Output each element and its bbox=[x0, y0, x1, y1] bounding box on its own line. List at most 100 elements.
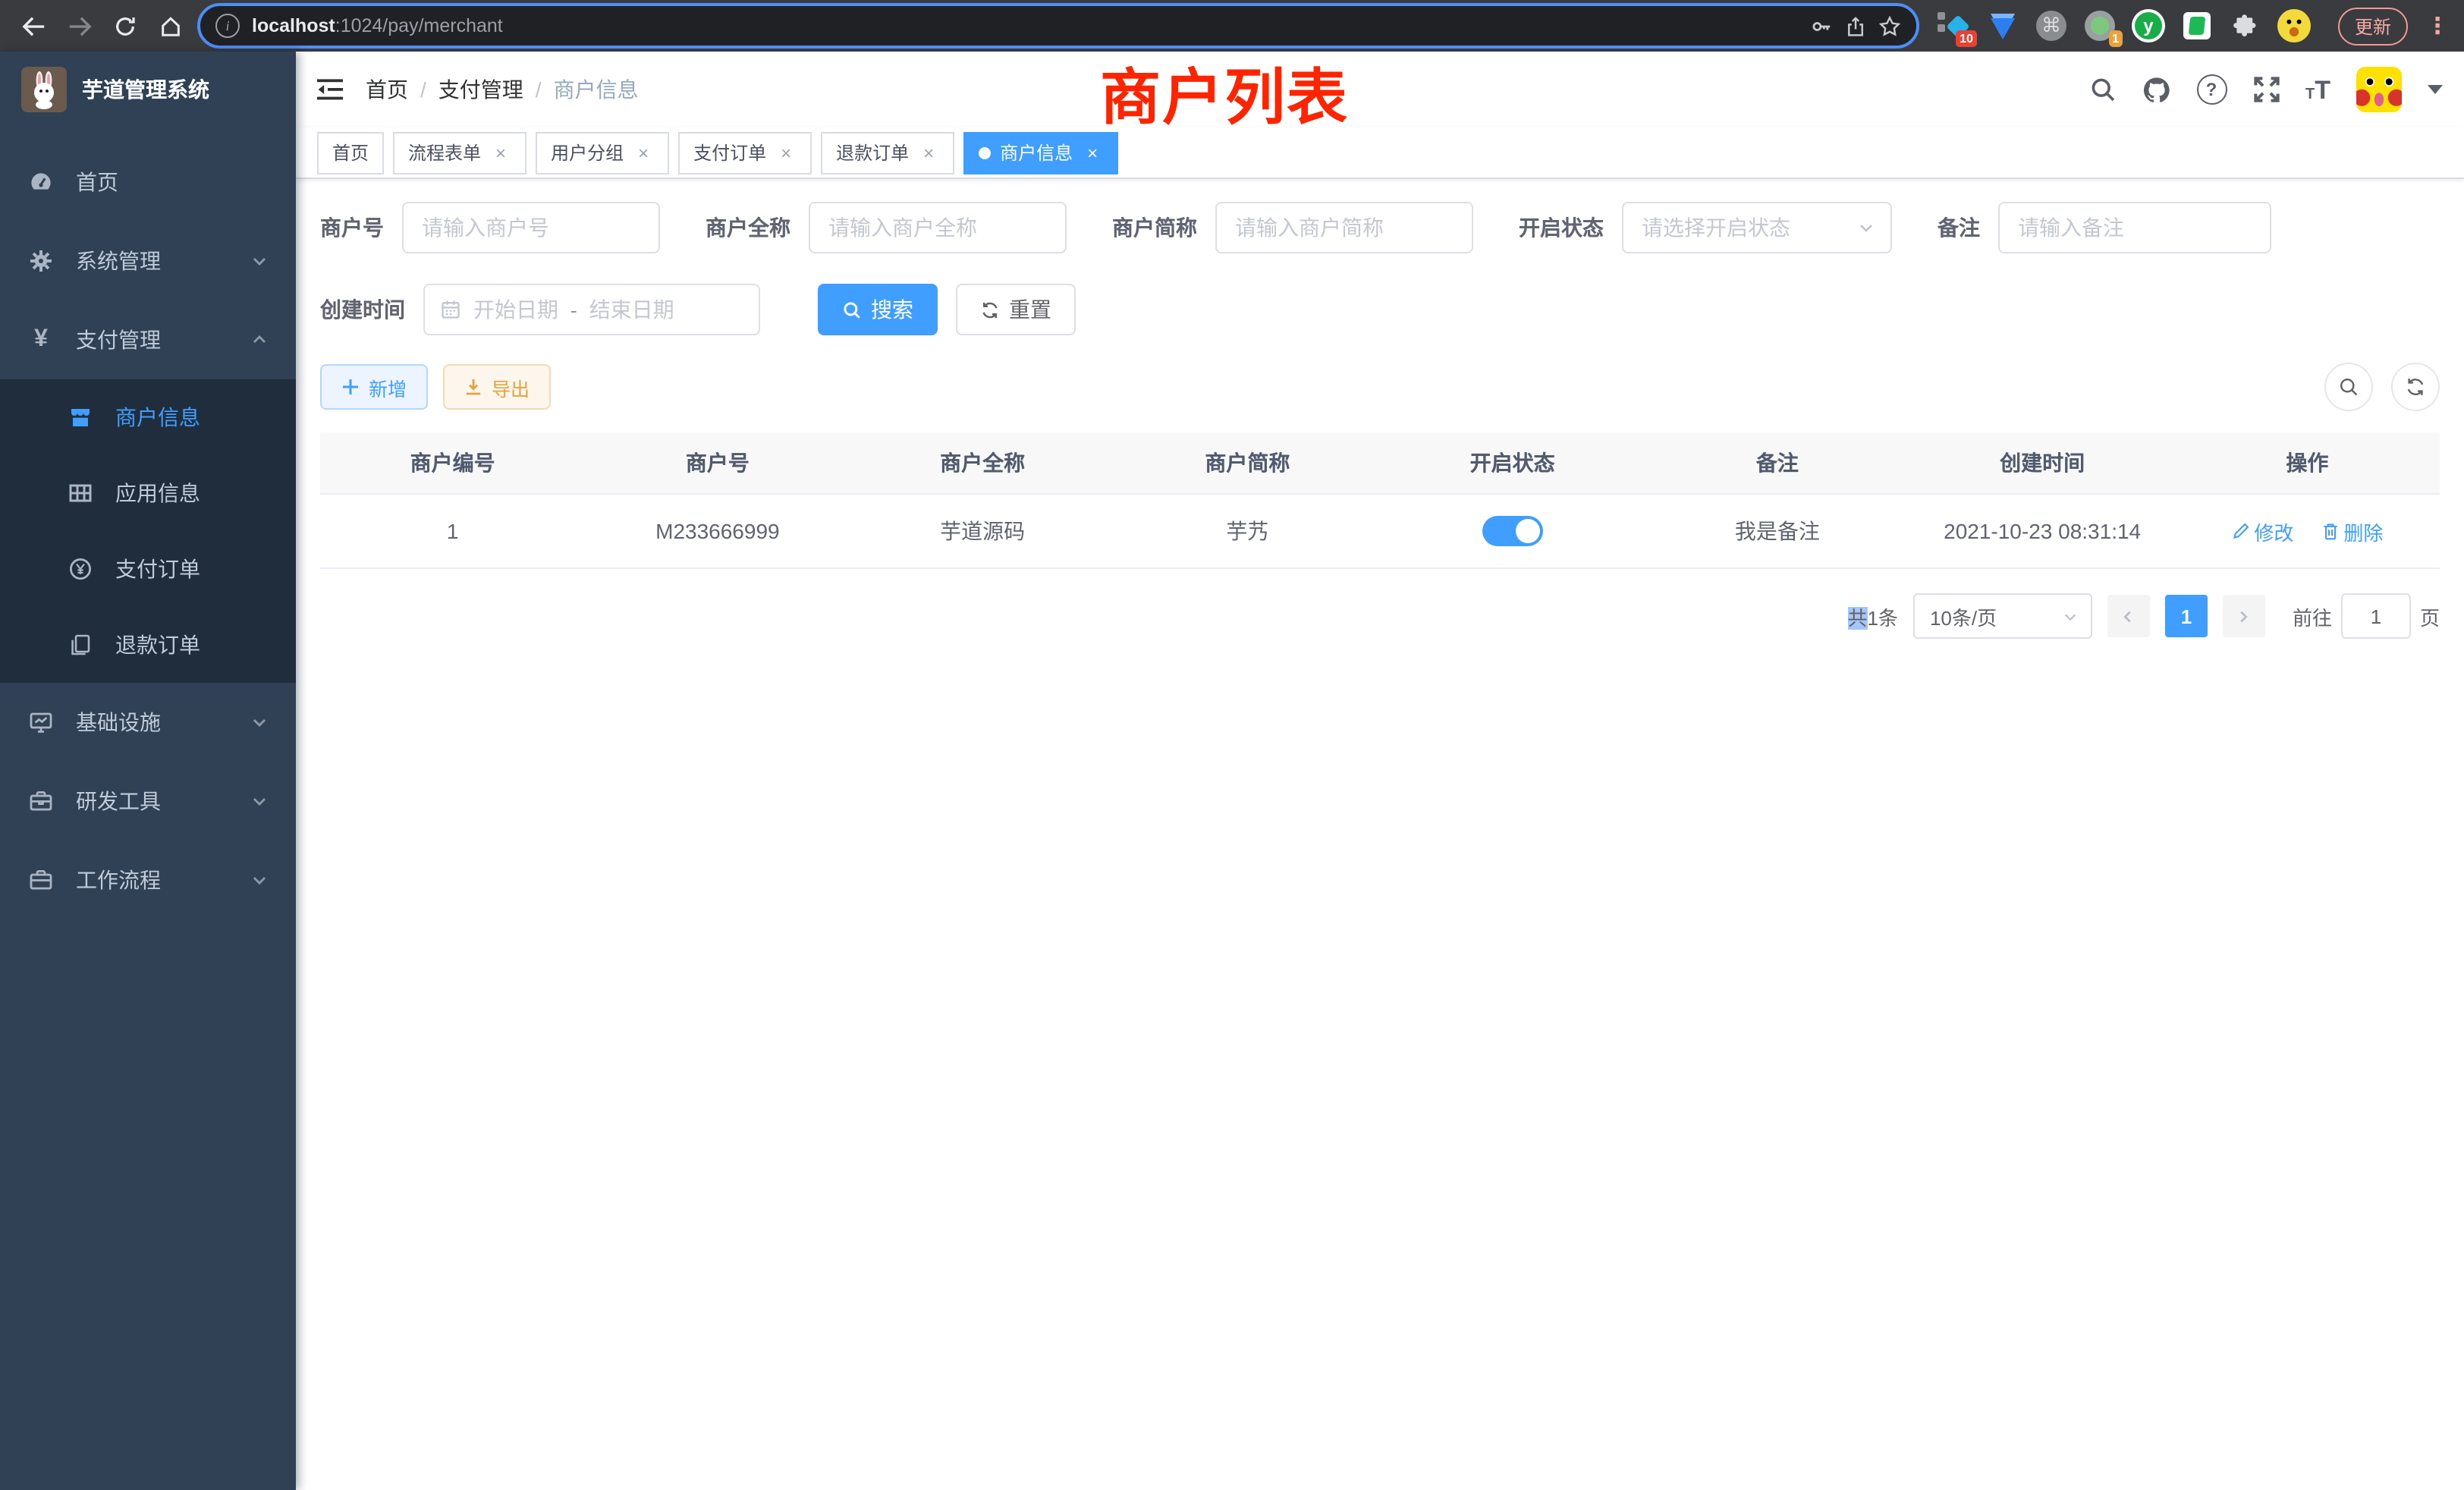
tab-pay-order[interactable]: 支付订单 × bbox=[678, 131, 812, 174]
extensions-tray: 10 ⌘ 1 y 更新 ⋮ bbox=[1938, 7, 2449, 45]
browser-reload-button[interactable] bbox=[106, 8, 143, 44]
close-icon[interactable]: × bbox=[918, 142, 939, 163]
header-search-icon[interactable] bbox=[2088, 76, 2116, 103]
page-size-select[interactable]: 10条/页 bbox=[1913, 593, 2092, 639]
sidebar-item-pay-order[interactable]: 支付订单 bbox=[0, 531, 296, 607]
filter-status: 开启状态 请选择开启状态 bbox=[1519, 202, 1892, 253]
filter-short-name: 商户简称 bbox=[1112, 202, 1473, 253]
close-icon[interactable]: × bbox=[633, 142, 654, 163]
site-info-icon[interactable]: i bbox=[215, 14, 240, 38]
tab-refund-order[interactable]: 退款订单 × bbox=[821, 131, 954, 174]
sidebar-item-dev-tools[interactable]: 研发工具 bbox=[0, 762, 296, 841]
breadcrumb: 首页 / 支付管理 / 商户信息 bbox=[366, 74, 639, 105]
tab-merchant-info-active[interactable]: 商户信息 × bbox=[963, 131, 1118, 174]
field-label: 创建时间 bbox=[320, 294, 423, 325]
gear-icon bbox=[27, 249, 55, 273]
close-icon[interactable]: × bbox=[775, 142, 797, 163]
app-title: 芋道管理系统 bbox=[82, 74, 209, 105]
app-frame: 芋道管理系统 首页 系统管理 bbox=[0, 52, 2464, 1490]
sidebar-logo-row[interactable]: 芋道管理系统 bbox=[0, 52, 296, 127]
password-key-icon[interactable] bbox=[1810, 14, 1833, 37]
cell-id: 1 bbox=[320, 519, 585, 543]
sidebar-item-workflow[interactable]: 工作流程 bbox=[0, 841, 296, 919]
remark-input[interactable] bbox=[2018, 215, 2252, 240]
tab-label: 商户信息 bbox=[1000, 140, 1073, 165]
add-button[interactable]: 新增 bbox=[320, 364, 428, 410]
extension-badge: 10 bbox=[1956, 31, 1977, 47]
monitor-icon bbox=[27, 710, 55, 734]
extension-y-icon[interactable]: y bbox=[2132, 9, 2165, 42]
export-button[interactable]: 导出 bbox=[443, 364, 551, 410]
github-icon[interactable] bbox=[2142, 75, 2170, 104]
date-range-picker[interactable]: 开始日期 - 结束日期 bbox=[423, 284, 760, 335]
main-area: 首页 / 支付管理 / 商户信息 商户列表 ? bbox=[296, 52, 2464, 1490]
extension-command-icon[interactable]: ⌘ bbox=[2035, 9, 2068, 42]
field-label: 商户全称 bbox=[706, 212, 809, 243]
browser-forward-button[interactable] bbox=[61, 8, 97, 44]
status-toggle[interactable] bbox=[1482, 516, 1543, 546]
font-size-icon[interactable]: TT bbox=[2305, 77, 2330, 102]
extension-gem-icon[interactable] bbox=[1986, 9, 2019, 42]
show-search-toggle-button[interactable] bbox=[2324, 363, 2373, 411]
goto-page-input[interactable] bbox=[2341, 593, 2411, 639]
tab-home[interactable]: 首页 bbox=[317, 131, 384, 174]
sidebar-item-merchant-info[interactable]: 商户信息 bbox=[0, 379, 296, 455]
sidebar-item-system[interactable]: 系统管理 bbox=[0, 222, 296, 300]
address-bar[interactable]: i localhost:1024/pay/merchant bbox=[197, 3, 1919, 49]
col-header-merchant-no: 商户号 bbox=[585, 448, 850, 478]
browser-home-button[interactable] bbox=[152, 8, 188, 44]
delete-link[interactable]: 删除 bbox=[2321, 517, 2383, 545]
sidebar-item-label: 系统管理 bbox=[76, 246, 229, 276]
short-name-input[interactable] bbox=[1235, 215, 1454, 240]
browser-back-button[interactable] bbox=[15, 8, 52, 44]
sidebar-item-infrastructure[interactable]: 基础设施 bbox=[0, 683, 296, 762]
breadcrumb-separator: / bbox=[420, 77, 426, 102]
date-separator: - bbox=[570, 298, 577, 321]
close-icon[interactable]: × bbox=[1082, 142, 1103, 163]
extension-tabs-square bbox=[1938, 12, 1945, 20]
breadcrumb-payment[interactable]: 支付管理 bbox=[438, 74, 523, 105]
add-button-label: 新增 bbox=[369, 372, 407, 401]
browser-profile-avatar[interactable] bbox=[2277, 9, 2311, 42]
search-button[interactable]: 搜索 bbox=[818, 284, 938, 335]
filter-row-2: 创建时间 开始日期 - 结束日期 bbox=[320, 284, 2440, 335]
next-page-button[interactable] bbox=[2223, 595, 2265, 637]
field-label: 商户简称 bbox=[1112, 212, 1215, 243]
toolbar-right-icons bbox=[2324, 363, 2440, 411]
help-icon[interactable]: ? bbox=[2196, 74, 2227, 105]
col-header-actions: 操作 bbox=[2175, 448, 2440, 478]
reset-button[interactable]: 重置 bbox=[956, 284, 1076, 335]
current-page-button[interactable]: 1 bbox=[2165, 595, 2208, 637]
field-label: 商户号 bbox=[320, 212, 402, 243]
sidebar-item-payment[interactable]: ¥ 支付管理 bbox=[0, 300, 296, 379]
extensions-puzzle-icon[interactable] bbox=[2229, 9, 2262, 42]
edit-link[interactable]: 修改 bbox=[2231, 517, 2293, 545]
extension-pie-icon[interactable]: 1 bbox=[2083, 9, 2117, 42]
sidebar-item-app-info[interactable]: 应用信息 bbox=[0, 455, 296, 531]
extension-notes-icon[interactable] bbox=[2180, 9, 2214, 42]
sidebar-item-label: 工作流程 bbox=[76, 865, 229, 895]
sidebar-item-home[interactable]: 首页 bbox=[0, 143, 296, 222]
close-icon[interactable]: × bbox=[490, 142, 511, 163]
user-avatar[interactable] bbox=[2356, 67, 2402, 112]
breadcrumb-separator: / bbox=[536, 77, 542, 102]
full-name-input[interactable] bbox=[828, 215, 1047, 240]
extension-tabs-icon[interactable]: 10 bbox=[1938, 9, 1971, 42]
sidebar-toggle-icon[interactable] bbox=[317, 77, 344, 102]
sidebar-item-refund-order[interactable]: 退款订单 bbox=[0, 607, 296, 683]
fullscreen-icon[interactable] bbox=[2252, 76, 2280, 103]
tab-label: 退款订单 bbox=[836, 140, 909, 165]
edit-link-label: 修改 bbox=[2254, 517, 2293, 545]
chrome-update-button[interactable]: 更新 bbox=[2338, 7, 2408, 45]
browser-menu-icon[interactable]: ⋮ bbox=[2426, 12, 2449, 39]
tab-user-group[interactable]: 用户分组 × bbox=[536, 131, 669, 174]
user-menu-caret-icon[interactable] bbox=[2428, 85, 2443, 94]
breadcrumb-home[interactable]: 首页 bbox=[366, 74, 408, 105]
tab-process-form[interactable]: 流程表单 × bbox=[393, 131, 526, 174]
merchant-no-input[interactable] bbox=[422, 215, 640, 240]
prev-page-button[interactable] bbox=[2107, 595, 2150, 637]
bookmark-star-icon[interactable] bbox=[1878, 14, 1901, 37]
status-select[interactable]: 请选择开启状态 bbox=[1622, 202, 1892, 253]
share-icon[interactable] bbox=[1845, 14, 1866, 37]
refresh-table-button[interactable] bbox=[2391, 363, 2440, 411]
